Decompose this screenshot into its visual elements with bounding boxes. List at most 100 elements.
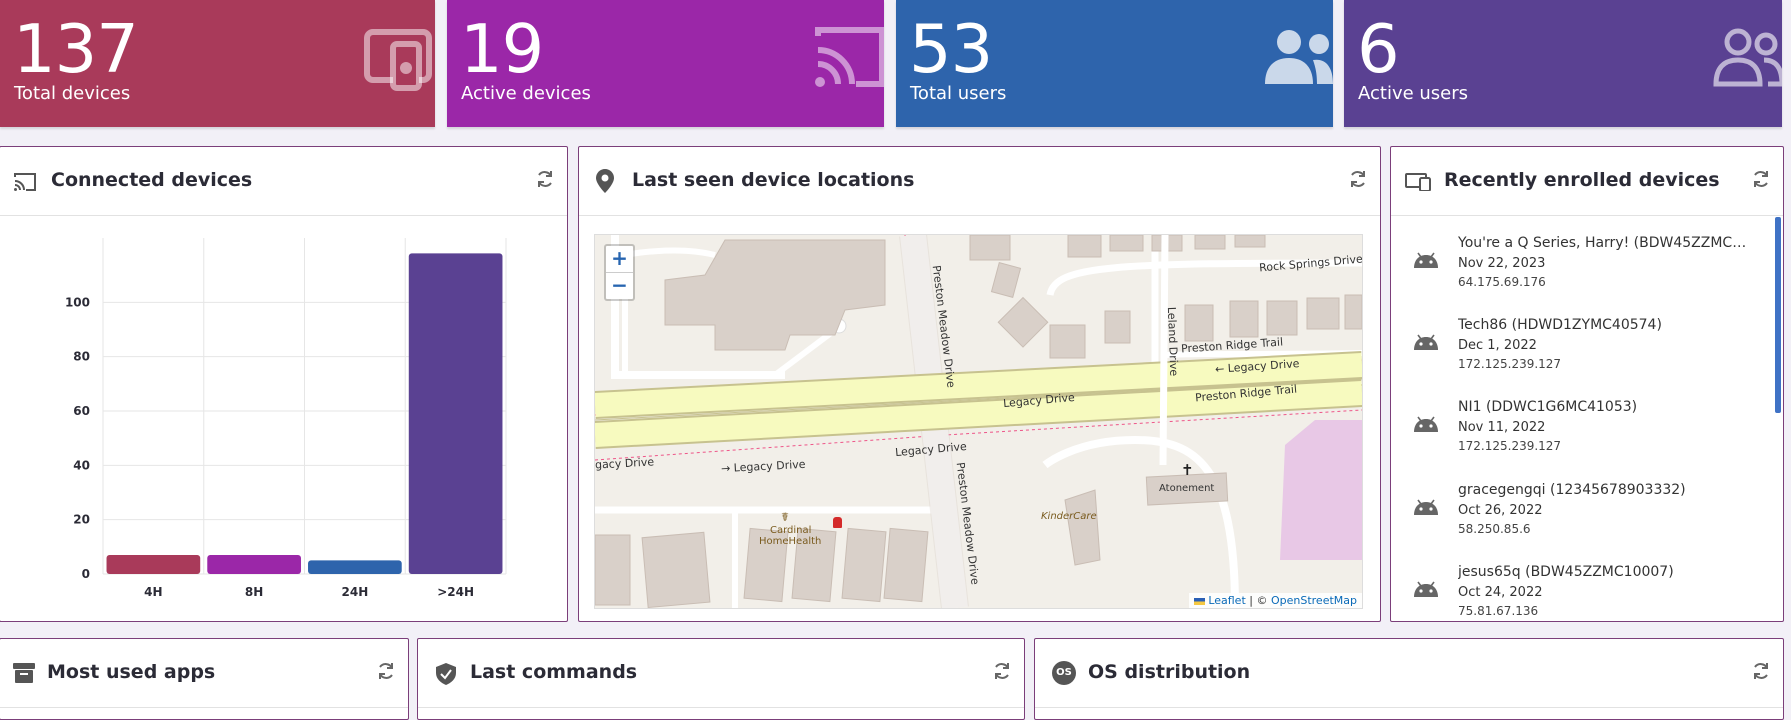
card-header: Connected devices [0,147,567,216]
stat-card-active-devices[interactable]: 19 Active devices [447,0,884,127]
device-name: gracegengqi (12345678903332) [1458,482,1686,498]
map-label-poi: Cardinal [770,525,812,536]
device-list: You're a Q Series, Harry! (BDW45ZZMC10..… [1391,216,1783,621]
bar-24h [308,560,402,574]
card-header: Last seen device locations [579,147,1380,216]
device-name: Tech86 (HDWD1ZYMC40574) [1458,317,1662,333]
bar-4h [106,554,201,574]
y-tick-label: 60 [73,404,90,418]
x-tick-label: 4H [144,585,162,599]
card-header: OS OS distribution [1035,639,1783,708]
scrollbar[interactable] [1775,217,1781,413]
users-outline-icon [1713,28,1782,87]
card-title: Connected devices [51,169,253,191]
list-item[interactable]: gracegengqi (12345678903332) Oct 26, 202… [1391,463,1767,545]
refresh-icon[interactable] [376,661,396,681]
device-locations-card: Last seen device locations Rock Springs … [578,146,1381,622]
android-icon [1414,581,1438,597]
card-title: Recently enrolled devices [1444,169,1720,191]
android-icon [1414,252,1438,268]
device-name: You're a Q Series, Harry! (BDW45ZZMC10..… [1458,235,1748,251]
device-date: Oct 24, 2022 [1458,585,1543,600]
openstreetmap-link[interactable]: OpenStreetMap [1271,594,1357,607]
android-icon [1414,334,1438,350]
map-label-poi: KinderCare [1041,511,1097,522]
devices-icon [1405,173,1431,191]
location-pin-icon [596,169,614,193]
card-header: Recently enrolled devices [1391,147,1783,216]
refresh-icon[interactable] [1348,169,1368,189]
stat-label: Total devices [14,83,131,104]
device-ip: 172.125.239.127 [1458,357,1562,371]
device-ip: 172.125.239.127 [1458,439,1562,453]
bar-24h [408,253,503,574]
y-tick-label: 100 [65,295,90,309]
cast-icon [815,27,884,87]
stat-label: Active users [1358,83,1469,104]
device-date: Nov 11, 2022 [1458,420,1546,435]
map-label-poi: HomeHealth [759,536,822,547]
refresh-icon[interactable] [1751,169,1771,189]
list-item[interactable]: jesus65q (BDW45ZZMC10007) Oct 24, 2022 7… [1391,545,1767,621]
last-commands-card: Last commands [417,638,1025,720]
stat-card-total-devices[interactable]: 137 Total devices [0,0,435,127]
stat-card-total-users[interactable]: 53 Total users [896,0,1333,127]
device-location-map[interactable]: Rock Springs Drive Preston Ridge Trail P… [594,234,1363,609]
y-tick-label: 0 [82,567,90,581]
leaflet-link[interactable]: Leaflet [1208,594,1245,607]
os-distribution-card: OS OS distribution [1034,638,1784,720]
refresh-icon[interactable] [535,169,555,189]
list-item[interactable]: You're a Q Series, Harry! (BDW45ZZMC10..… [1391,216,1767,298]
stat-label: Active devices [461,83,591,104]
device-name: NI1 (DDWC1G6MC41053) [1458,399,1638,415]
stat-value: 53 [909,10,993,88]
map-label-street: Leland Drive [1164,306,1181,377]
list-item[interactable]: Tech86 (HDWD1ZYMC40574) Dec 1, 2022 172.… [1391,298,1767,380]
cast-icon [14,173,36,191]
stat-label: Total users [910,83,1007,104]
bar-8h [207,554,301,574]
zoom-control: + − [604,244,635,301]
android-icon [1414,416,1438,432]
ukraine-flag-icon [1193,597,1205,605]
zoom-in-button[interactable]: + [606,246,633,272]
y-tick-label: 20 [73,513,90,527]
card-header: Most used apps [0,639,408,708]
archive-box-icon [13,663,35,683]
device-date: Dec 1, 2022 [1458,338,1537,353]
connected-devices-chart: 0 20 40 60 80 100 4H 8H 24H >24H [65,238,507,599]
device-ip: 75.81.67.136 [1458,604,1539,618]
device-date: Oct 26, 2022 [1458,503,1543,518]
list-item[interactable]: NI1 (DDWC1G6MC41053) Nov 11, 2022 172.12… [1391,380,1767,462]
os-badge-icon: OS [1052,661,1076,685]
x-tick-label: 24H [342,585,369,599]
y-tick-label: 40 [73,458,90,472]
card-title: Most used apps [47,661,216,683]
map-poi-church-icon: ✝ [1181,461,1194,479]
device-name: jesus65q (BDW45ZZMC10007) [1458,564,1674,580]
map-poi-health-icon: ☤ [781,510,790,524]
zoom-out-button[interactable]: − [606,272,633,299]
card-title: Last seen device locations [632,169,915,191]
recently-enrolled-card: Recently enrolled devices You're a Q Ser… [1390,146,1784,622]
connected-devices-card: Connected devices 0 20 40 60 80 100 4H 8H 24H >24… [0,146,568,622]
card-header: Last commands [418,639,1024,708]
map-label-poi: Atonement [1159,483,1215,494]
shield-check-icon [436,663,456,685]
card-title: Last commands [470,661,638,683]
stat-card-active-users[interactable]: 6 Active users [1344,0,1782,127]
stat-value: 19 [460,10,544,88]
device-cast-icon [364,29,432,91]
attribution-separator: | © [1245,594,1271,607]
users-icon [1265,30,1333,84]
x-tick-label: 8H [245,585,263,599]
most-used-apps-card: Most used apps [0,638,409,720]
refresh-icon[interactable] [992,661,1012,681]
device-date: Nov 22, 2023 [1458,256,1546,271]
map-poi-dentist-icon [833,517,842,528]
stat-value: 6 [1357,10,1400,88]
map-attribution: Leaflet | © OpenStreetMap [1188,593,1362,608]
device-ip: 58.250.85.6 [1458,522,1531,536]
card-title: OS distribution [1088,661,1251,683]
refresh-icon[interactable] [1751,661,1771,681]
